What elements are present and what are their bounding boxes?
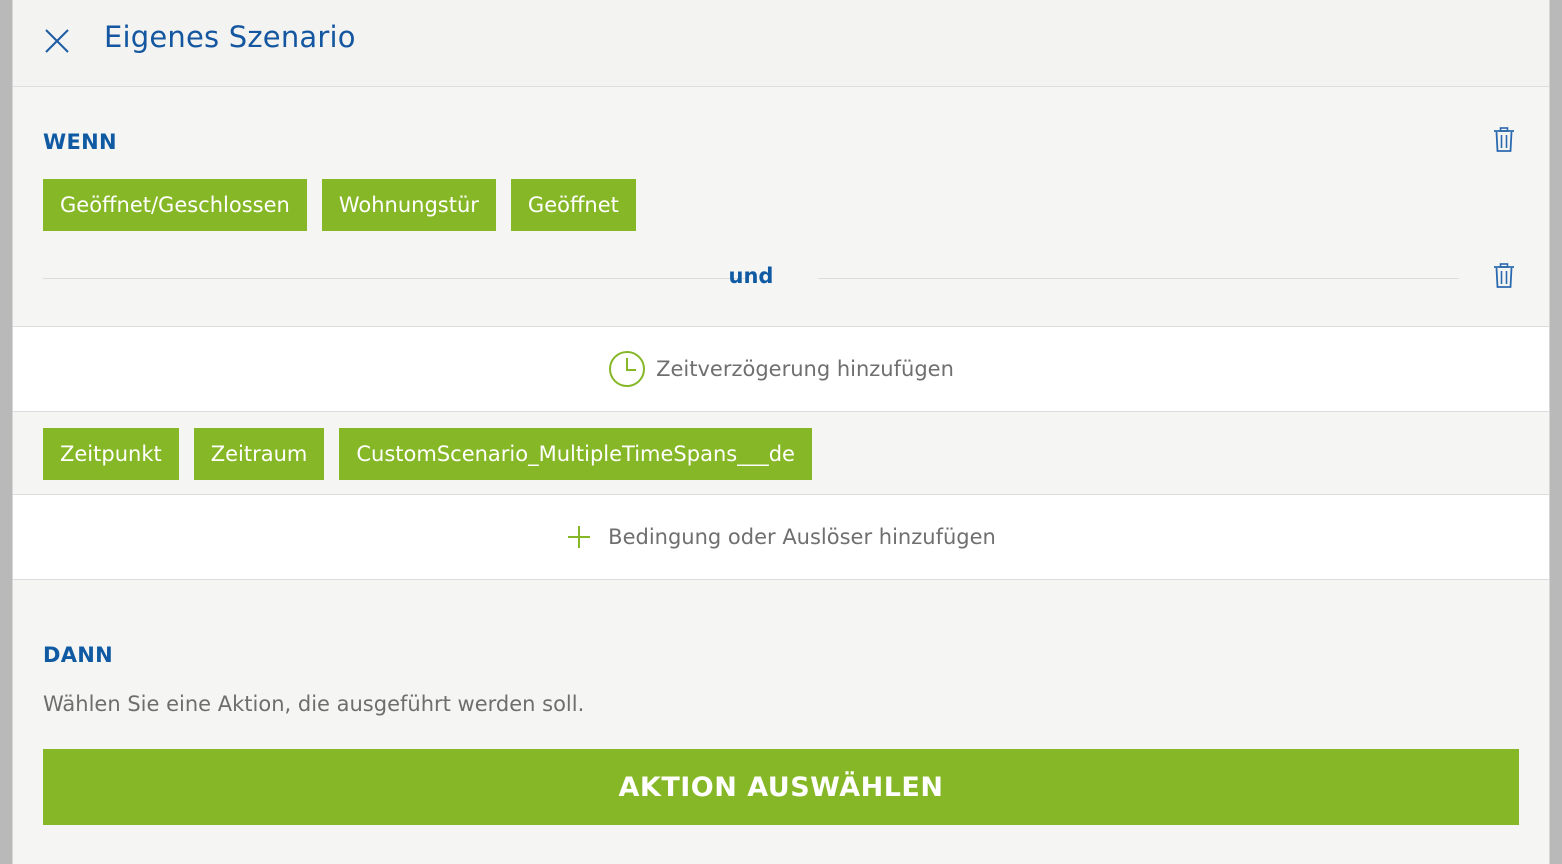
time-chips: Zeitpunkt Zeitraum CustomScenario_Multip… [43,428,812,480]
and-divider: und [43,262,1459,294]
add-delay-button[interactable]: Zeitverzögerung hinzufügen [13,326,1549,412]
clock-icon [609,351,646,387]
add-condition-button[interactable]: Bedingung oder Auslöser hinzufügen [13,494,1549,580]
chip-point-in-time[interactable]: Zeitpunkt [43,428,179,480]
header: Eigenes Szenario [13,0,1549,87]
and-connector-label: und [728,264,774,288]
scenario-panel: Eigenes Szenario WENN Geöffnet/Geschloss… [12,0,1550,864]
plus-icon [568,526,591,548]
close-button[interactable] [43,27,71,55]
delete-trigger-button[interactable] [1493,127,1515,153]
chip-apartment-door[interactable]: Wohnungstür [321,179,496,231]
dann-label: DANN [43,643,114,667]
delete-condition-button[interactable] [1493,263,1515,289]
trigger-chips: Geöffnet/Geschlossen Wohnungstür Geöffne… [43,179,636,231]
page-title: Eigenes Szenario [104,20,356,54]
select-action-button[interactable]: AKTION AUSWÄHLEN [43,749,1519,825]
trash-icon [1494,263,1514,288]
chip-time-span[interactable]: Zeitraum [193,428,325,480]
add-delay-label: Zeitverzögerung hinzufügen [656,357,954,381]
action-hint: Wählen Sie eine Aktion, die ausgeführt w… [43,692,585,716]
chip-custom-time-spans[interactable]: CustomScenario_MultipleTimeSpans___de [339,428,812,480]
add-condition-label: Bedingung oder Auslöser hinzufügen [608,525,996,549]
wenn-label: WENN [43,130,117,154]
chip-opened[interactable]: Geöffnet [510,179,636,231]
trash-icon [1494,127,1514,152]
close-icon [45,29,69,53]
chip-open-closed[interactable]: Geöffnet/Geschlossen [43,179,307,231]
